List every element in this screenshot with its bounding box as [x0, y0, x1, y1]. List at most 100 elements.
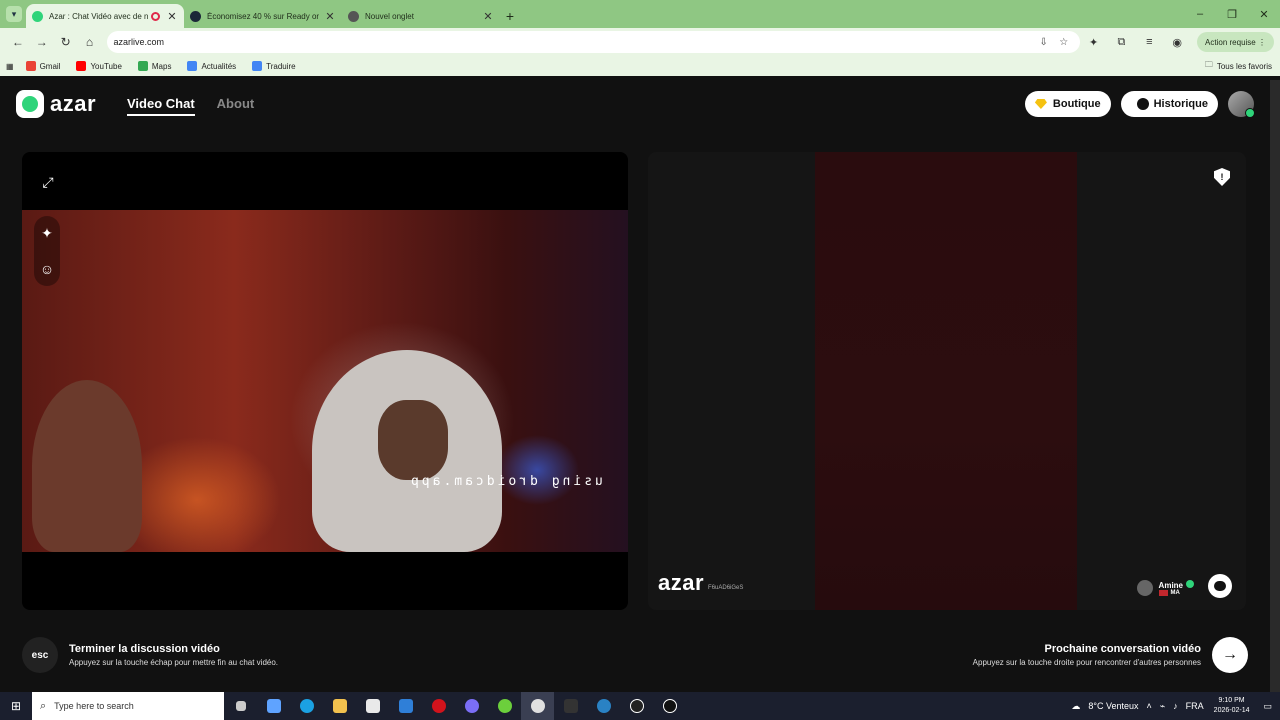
history-icon	[1136, 98, 1149, 110]
report-shield-icon[interactable]: !	[1214, 168, 1230, 186]
home-icon[interactable]: ⌂	[78, 35, 102, 49]
browser-tab-bar: ▾ Azar : Chat Vidéo avec de n ✕ Économis…	[0, 0, 1280, 28]
face-filter-icon[interactable]: ☺	[35, 257, 59, 281]
tab-search-icon[interactable]: ▾	[6, 6, 22, 22]
mail-icon[interactable]	[389, 692, 422, 720]
chrome-favicon-icon	[348, 10, 359, 22]
network-icon[interactable]: ⌁	[1160, 701, 1165, 712]
close-tab-icon[interactable]: ✕	[166, 10, 178, 23]
bookmark-gmail[interactable]: Gmail	[25, 61, 60, 71]
azar-watermark: azar F6uAD6iGeS	[658, 570, 743, 596]
tab-new[interactable]: Nouvel onglet ✕	[342, 4, 500, 28]
apps-grid-icon[interactable]: ▦	[6, 62, 14, 71]
action-required-label: Action requise	[1205, 37, 1256, 47]
bookmark-star-icon[interactable]: ☆	[1054, 37, 1074, 48]
peer-avatar	[1136, 580, 1153, 596]
reload-icon[interactable]: ↻	[54, 35, 78, 49]
page-scrollbar[interactable]	[1270, 80, 1280, 692]
forward-icon[interactable]: →	[30, 35, 54, 49]
next-arrow-button[interactable]: →	[1212, 637, 1248, 673]
new-tab-button[interactable]: +	[500, 8, 520, 24]
next-call-title: Prochaine conversation vidéo	[1044, 643, 1202, 655]
verified-icon	[1186, 580, 1194, 588]
boutique-button[interactable]: Boutique	[1024, 91, 1111, 117]
media-controls-icon[interactable]: ≡	[1135, 36, 1163, 48]
taskbar-search-placeholder: Type here to search	[54, 701, 134, 711]
bookmark-label: Traduire	[266, 61, 296, 71]
close-window-icon[interactable]: ✕	[1248, 8, 1280, 21]
maps-icon	[137, 61, 148, 71]
taskbar-clock[interactable]: 9:10 PM 2026-02-14	[1214, 696, 1250, 716]
maximize-icon[interactable]: ❐	[1216, 8, 1248, 21]
header-actions: Boutique Historique	[1024, 91, 1255, 118]
end-call-control: esc Terminer la discussion vidéo Appuyez…	[22, 637, 278, 673]
tab-title: Azar : Chat Vidéo avec de n	[49, 11, 149, 21]
epic-games-icon[interactable]	[554, 692, 587, 720]
face-center	[378, 400, 448, 480]
tab-title: Économisez 40 % sur Ready or	[207, 11, 320, 21]
store-icon[interactable]	[356, 692, 389, 720]
main-nav: Video Chat About	[127, 96, 254, 116]
bookmark-news[interactable]: Actualités	[187, 61, 236, 71]
url-bar[interactable]: azarlive.com ⇩ ☆	[0, 31, 1080, 122]
end-call-subtitle: Appuyez sur la touche échap pour mettre …	[69, 658, 279, 667]
azar-page: azar Video Chat About Boutique Historiqu…	[0, 80, 1270, 692]
all-bookmarks[interactable]: 🗀 Tous les favoris	[1205, 59, 1272, 73]
install-icon[interactable]: ⇩	[1034, 37, 1054, 48]
remote-video: ! azar F6uAD6iGeS Amine MA	[648, 152, 1246, 610]
close-tab-icon[interactable]: ✕	[482, 10, 494, 23]
volume-icon[interactable]: ♪	[1173, 701, 1178, 711]
extensions-puzzle-icon[interactable]: ⧉	[1108, 36, 1136, 49]
historique-button[interactable]: Historique	[1120, 91, 1218, 117]
steam-icon[interactable]	[587, 692, 620, 720]
peer-name: Amine	[1158, 581, 1183, 590]
chevron-up-icon[interactable]: ˄	[1146, 701, 1151, 711]
action-required-button[interactable]: Action requise ⋮	[1197, 32, 1274, 52]
nav-about[interactable]: About	[217, 96, 255, 116]
search-icon: ⌕	[40, 699, 47, 712]
all-bookmarks-label: Tous les favoris	[1216, 61, 1272, 71]
close-tab-icon[interactable]: ✕	[324, 10, 336, 23]
app-icon[interactable]	[653, 692, 686, 720]
avatar[interactable]	[1228, 91, 1255, 118]
opera-icon[interactable]	[422, 692, 455, 720]
bookmark-youtube[interactable]: YouTube	[76, 61, 122, 71]
notifications-icon[interactable]: ▭	[1263, 701, 1272, 712]
esc-button[interactable]: esc	[22, 637, 58, 673]
morocco-flag-icon	[1158, 590, 1168, 596]
obs-icon[interactable]	[620, 692, 653, 720]
task-view-icon[interactable]	[224, 692, 257, 720]
peer-info[interactable]: Amine MA	[1136, 580, 1194, 596]
chrome-icon[interactable]	[521, 692, 554, 720]
bookmark-maps[interactable]: Maps	[137, 61, 171, 71]
news-icon	[187, 61, 198, 71]
droidcam-watermark: using droidcam.app	[408, 474, 603, 489]
chat-button[interactable]	[1208, 574, 1232, 598]
nav-video-chat[interactable]: Video Chat	[127, 96, 195, 116]
taskbar-search[interactable]: ⌕ Type here to search	[32, 692, 224, 720]
profile-icon[interactable]: ◉	[1163, 36, 1191, 49]
magic-wand-icon[interactable]: ✦	[35, 222, 59, 246]
edge-icon[interactable]	[290, 692, 323, 720]
weather-text[interactable]: 8°C Venteux	[1088, 701, 1138, 711]
clock-time: 9:10 PM	[1218, 697, 1245, 704]
expand-icon[interactable]: ⤢	[36, 170, 60, 194]
gmail-icon	[25, 61, 36, 71]
clock-date: 2026-02-14	[1213, 707, 1250, 714]
minimize-icon[interactable]: –	[1184, 8, 1216, 20]
watermark-code: F6uAD6iGeS	[708, 585, 744, 591]
file-explorer-icon[interactable]	[323, 692, 356, 720]
tab-azar[interactable]: Azar : Chat Vidéo avec de n ✕	[26, 4, 184, 28]
azar-logo[interactable]: azar	[16, 90, 96, 118]
bookmark-translate[interactable]: Traduire	[252, 61, 296, 71]
windows-start-icon[interactable]: ⊞	[0, 699, 32, 713]
peer-country: MA	[1170, 590, 1180, 596]
utorrent-icon[interactable]	[488, 692, 521, 720]
back-icon[interactable]: ←	[6, 35, 30, 49]
language-indicator[interactable]: FRA	[1186, 701, 1204, 711]
extension-icon[interactable]: ✦	[1080, 36, 1108, 49]
discord-icon[interactable]	[455, 692, 488, 720]
copilot-icon[interactable]	[257, 692, 290, 720]
tab-steam[interactable]: Économisez 40 % sur Ready or ✕	[184, 4, 342, 28]
watermark-brand: azar	[658, 570, 705, 595]
